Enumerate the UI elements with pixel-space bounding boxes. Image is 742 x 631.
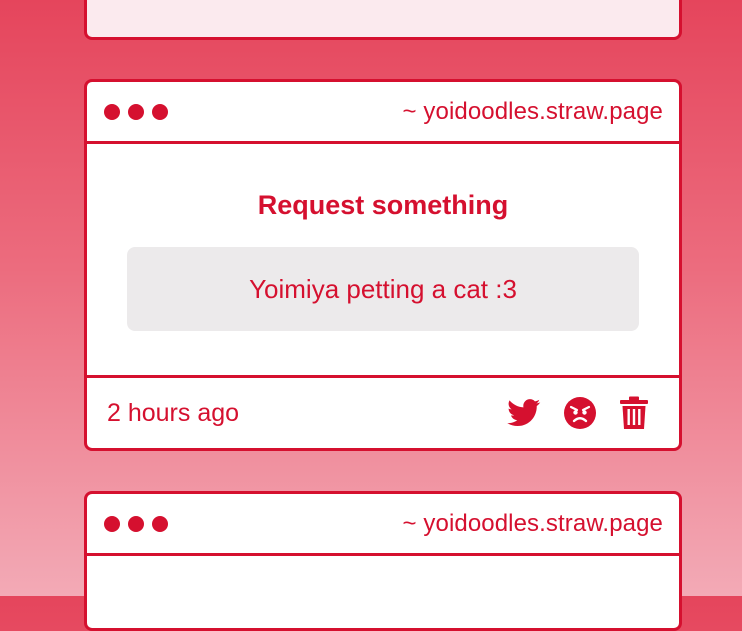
site-label[interactable]: ~ yoidoodles.straw.page [403,98,663,126]
window-dot [104,515,120,532]
window-dot [152,515,168,532]
twitter-icon[interactable] [507,399,541,427]
card-header: ~ yoidoodles.straw.page [87,82,679,144]
card-body: Request something Yoimiya petting a cat … [87,144,679,378]
card-actions [507,396,649,430]
window-dot [128,515,144,532]
card-title: Request something [257,190,509,220]
request-text-box: Yoimiya petting a cat :3 [127,247,639,331]
previous-card [84,0,682,40]
site-label[interactable]: ~ yoidoodles.straw.page [403,510,663,538]
card-footer: 2 hours ago [87,378,679,448]
trash-icon[interactable] [619,396,649,430]
angry-face-icon[interactable] [563,396,597,430]
window-dots [104,515,168,532]
card-header: ~ yoidoodles.straw.page [87,494,679,556]
window-dots [104,103,168,120]
next-card: ~ yoidoodles.straw.page [84,491,682,631]
window-dot [104,103,120,120]
window-dot [128,103,144,120]
timestamp: 2 hours ago [107,398,240,427]
window-dot [152,103,168,120]
request-card: ~ yoidoodles.straw.page Request somethin… [84,79,682,451]
request-text: Yoimiya petting a cat :3 [249,273,517,304]
